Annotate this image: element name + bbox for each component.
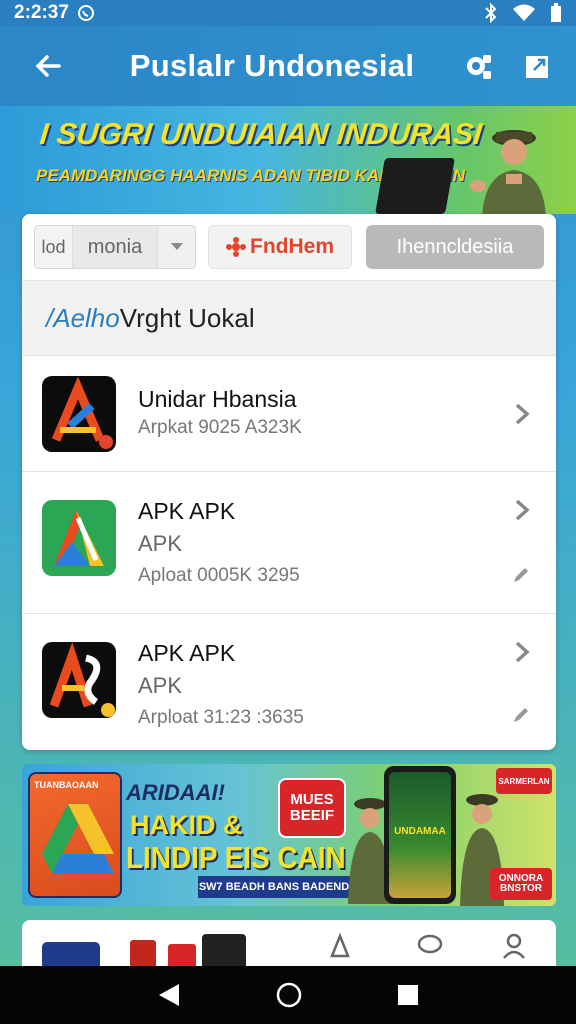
chevron-right-icon — [515, 499, 530, 521]
app-name: APK APK — [138, 640, 236, 666]
bottom-nav — [22, 920, 556, 968]
pencil-icon[interactable] — [512, 566, 530, 584]
banner-headline: I SUGRI UNDUIAIAN INDURASI — [38, 118, 484, 151]
system-nav-bar — [0, 966, 576, 1024]
promo-line-2: HAKID & — [130, 810, 243, 840]
bookmark-icon[interactable] — [326, 932, 354, 960]
settings-icon — [467, 55, 491, 79]
app-meta: Aploat 0005K 3295 — [138, 565, 300, 586]
list-item[interactable]: APK APK APK Aploat 0005K 3295 — [22, 472, 556, 614]
back-button[interactable] — [18, 36, 78, 96]
find-button[interactable]: FndHem — [208, 225, 352, 269]
back-triangle-icon[interactable] — [157, 982, 181, 1008]
segment-value: monia — [73, 226, 157, 268]
caret-down-icon — [170, 243, 183, 250]
app-icon — [42, 642, 116, 718]
promo-box-header: TUANBAOAAN — [34, 780, 99, 790]
flower-icon — [226, 237, 246, 257]
page-title: Puslalr Undonesial — [129, 48, 415, 83]
app-name: Unidar Hbansia — [138, 386, 297, 412]
dropdown-toggle[interactable] — [157, 226, 195, 268]
battery-icon — [551, 3, 561, 22]
bluetooth-icon — [485, 3, 497, 23]
clock: 2:2:37 — [14, 2, 69, 23]
settings-button[interactable] — [456, 44, 500, 88]
phone-image: UNDAMAA — [384, 766, 456, 904]
find-button-label: FndHem — [250, 235, 334, 258]
promo-box-image: TUANBAOAAN — [28, 772, 122, 898]
phone-screen: UNDAMAA — [389, 772, 451, 898]
app-icon — [42, 500, 116, 576]
promo-line-1: ARIDAAI! — [126, 780, 225, 805]
item-texts: APK APK APK Arploat 31:23 :3635 — [138, 640, 304, 729]
promo-badge: MUES BEEIF — [278, 778, 346, 838]
promo-corner-tag: ONNORA BNSTOR — [490, 868, 552, 900]
app-icon — [42, 376, 116, 452]
segment-label: lod — [35, 226, 73, 268]
chat-icon[interactable] — [416, 932, 444, 960]
arrow-left-icon — [35, 55, 61, 77]
status-bar: 2:2:37 — [0, 0, 576, 26]
app-meta: Arploat 31:23 :3635 — [138, 707, 304, 728]
laptop-image — [375, 158, 455, 214]
list-item[interactable]: Unidar Hbansia Arpkat 9025 A323K — [22, 356, 556, 472]
section-header: /Aelho Vrght Uokal — [22, 280, 556, 356]
share-button[interactable] — [516, 44, 560, 88]
recents-square-icon[interactable] — [397, 984, 419, 1006]
officer-image — [470, 130, 546, 214]
pencil-icon[interactable] — [512, 706, 530, 724]
app-subtitle: APK — [138, 531, 183, 556]
app-list-card: lod monia FndHem Ihenncldesiia /Aelho Vr… — [22, 214, 556, 750]
promo-banner-bottom[interactable]: TUANBAOAAN ARIDAAI! HAKID & LINDIP EIS C… — [22, 764, 556, 906]
tablet-thumbnail-icon[interactable] — [40, 940, 104, 968]
section-title: Vrght Uokal — [119, 302, 255, 333]
item-texts: APK APK APK Aploat 0005K 3295 — [138, 498, 300, 587]
whatsapp-icon — [77, 5, 94, 21]
promo-banner-top[interactable]: I SUGRI UNDUIAIAN INDURASI PEAMDARINGG H… — [0, 106, 576, 214]
section-accent: /Aelho — [46, 302, 120, 333]
home-circle-icon[interactable] — [275, 981, 303, 1009]
list-item[interactable]: APK APK APK Arploat 31:23 :3635 — [22, 614, 556, 750]
app-bar: Puslalr Undonesial — [0, 26, 576, 106]
promo-line-3: LINDIP EIS CAIN S — [126, 840, 372, 875]
drive-logo-icon — [42, 804, 114, 874]
chevron-right-icon — [515, 403, 530, 425]
wifi-icon — [513, 4, 535, 21]
chevron-right-icon — [515, 641, 530, 663]
share-icon — [526, 56, 548, 78]
phone-thumbnails-icon[interactable] — [130, 934, 260, 968]
profile-icon[interactable] — [500, 932, 528, 960]
filter-bar: lod monia FndHem Ihenncldesiia — [22, 214, 556, 280]
promo-strip: SW7 BEADH BANS BADEND — [198, 876, 350, 898]
app-meta: Arpkat 9025 A323K — [138, 417, 302, 438]
category-dropdown[interactable]: lod monia — [34, 225, 196, 269]
phone-screen-text: UNDAMAA — [394, 826, 446, 837]
app-name: APK APK — [138, 498, 236, 524]
app-subtitle: APK — [138, 673, 183, 698]
region-button[interactable]: Ihenncldesiia — [366, 225, 544, 269]
item-texts: Unidar Hbansia Arpkat 9025 A323K — [138, 386, 302, 439]
promo-corner-badge: SARMERLAN — [496, 768, 552, 794]
